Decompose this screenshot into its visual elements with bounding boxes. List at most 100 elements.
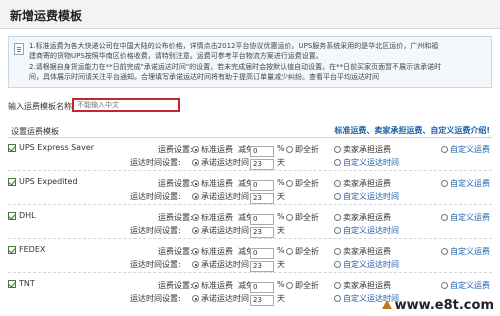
free-shipping-option[interactable]: 即全折	[286, 212, 319, 223]
radio-icon	[334, 180, 341, 187]
discount-input[interactable]: 0	[250, 212, 274, 225]
seller-pays-option[interactable]: 卖家承担运费	[334, 144, 391, 155]
percent-label: %	[277, 246, 285, 255]
radio-icon	[334, 261, 341, 268]
custom-fee-option[interactable]: 自定义运费	[441, 246, 490, 257]
promise-time-option[interactable]: 承诺运达时间	[192, 191, 249, 202]
section-label: 设置运费模板	[11, 127, 59, 136]
day-unit-label: 天	[277, 192, 285, 201]
seller-pays-option[interactable]: 卖家承担运费	[334, 178, 391, 189]
fee-setting-label: 运费设置:	[158, 213, 193, 222]
radio-icon	[192, 193, 199, 200]
radio-icon	[334, 193, 341, 200]
day-unit-label: 天	[277, 294, 285, 303]
radio-icon	[192, 214, 199, 221]
radio-icon	[192, 180, 199, 187]
radio-icon	[192, 146, 199, 153]
carrier-name: TNT	[19, 279, 35, 288]
carrier-name: DHL	[19, 211, 36, 220]
days-input[interactable]: 23	[250, 225, 274, 238]
custom-fee-option[interactable]: 自定义运费	[441, 144, 490, 155]
radio-icon	[192, 248, 199, 255]
promise-time-option[interactable]: 承诺运达时间	[192, 157, 249, 168]
custom-time-option[interactable]: 自定义运达时间	[334, 157, 399, 168]
radio-icon	[334, 282, 341, 289]
carrier-checkbox[interactable]	[8, 280, 16, 288]
notice-line: 2.请根据自身货运能力在**日前完成"承诺运达时间"的设置，若未完成届时会按默认…	[29, 63, 442, 71]
free-shipping-option[interactable]: 即全折	[286, 246, 319, 257]
days-input[interactable]: 23	[250, 293, 274, 306]
radio-icon	[286, 282, 293, 289]
discount-input[interactable]: 0	[250, 246, 274, 259]
day-unit-label: 天	[277, 158, 285, 167]
watermark: www.e8t.com	[381, 298, 494, 313]
carrier-name: UPS Expedited	[19, 177, 78, 186]
custom-time-option[interactable]: 自定义运达时间	[334, 259, 399, 270]
seller-pays-option[interactable]: 卖家承担运费	[334, 280, 391, 291]
promise-time-option[interactable]: 承诺运达时间	[192, 259, 249, 270]
carrier-checkbox[interactable]	[8, 246, 16, 254]
time-setting-label: 运达时间设置:	[130, 192, 181, 201]
carrier-checkbox[interactable]	[8, 144, 16, 152]
percent-label: %	[277, 178, 285, 187]
section-header: 设置运费模板 标准运费、卖家承担运费、自定义运费介绍!	[8, 124, 492, 138]
days-input[interactable]: 23	[250, 157, 274, 170]
radio-icon	[334, 295, 341, 302]
promise-time-option[interactable]: 承诺运达时间	[192, 293, 249, 304]
free-shipping-option[interactable]: 即全折	[286, 178, 319, 189]
seller-pays-option[interactable]: 卖家承担运费	[334, 212, 391, 223]
carrier-name: FEDEX	[19, 245, 46, 254]
page-title: 新增运费模板	[10, 9, 83, 23]
carrier-checkbox[interactable]	[8, 178, 16, 186]
template-name-label: 输入运费模板名称:	[8, 102, 75, 111]
custom-fee-option[interactable]: 自定义运费	[441, 280, 490, 291]
radio-icon	[192, 295, 199, 302]
radio-icon	[334, 248, 341, 255]
fee-setting-label: 运费设置:	[158, 247, 193, 256]
custom-time-option[interactable]: 自定义运达时间	[334, 225, 399, 236]
fee-setting-label: 运费设置:	[158, 145, 193, 154]
standard-fee-option[interactable]: 标准运费	[192, 144, 233, 155]
free-shipping-option[interactable]: 即全折	[286, 144, 319, 155]
discount-input[interactable]: 0	[250, 144, 274, 157]
days-input[interactable]: 23	[250, 191, 274, 204]
time-setting-label: 运达时间设置:	[130, 158, 181, 167]
radio-icon	[192, 227, 199, 234]
promise-time-option[interactable]: 承诺运达时间	[192, 225, 249, 236]
percent-label: %	[277, 144, 285, 153]
standard-fee-option[interactable]: 标准运费	[192, 280, 233, 291]
custom-time-option[interactable]: 自定义运达时间	[334, 191, 399, 202]
standard-fee-option[interactable]: 标准运费	[192, 178, 233, 189]
standard-fee-option[interactable]: 标准运费	[192, 212, 233, 223]
radio-icon	[192, 282, 199, 289]
radio-icon	[334, 146, 341, 153]
time-setting-label: 运达时间设置:	[130, 226, 181, 235]
fee-setting-label: 运费设置:	[158, 179, 193, 188]
radio-icon	[441, 214, 448, 221]
radio-icon	[441, 180, 448, 187]
radio-icon	[192, 261, 199, 268]
discount-input[interactable]: 0	[250, 178, 274, 191]
radio-icon	[334, 159, 341, 166]
radio-icon	[441, 248, 448, 255]
percent-label: %	[277, 280, 285, 289]
template-name-input[interactable]	[72, 98, 180, 112]
time-setting-label: 运达时间设置:	[130, 260, 181, 269]
discount-input[interactable]: 0	[250, 280, 274, 293]
custom-fee-option[interactable]: 自定义运费	[441, 212, 490, 223]
notice-line: 1.标准运费为各大快递公司在中国大陆的公布价格，详情点击2012平台协议优惠运价…	[29, 42, 439, 50]
day-unit-label: 天	[277, 226, 285, 235]
carrier-checkbox[interactable]	[8, 212, 16, 220]
carrier-row: FEDEX 运费设置: 标准运费 减免 0% 即全折 卖家承担运费 自定义运费 运达时间设置: 承…	[8, 244, 492, 273]
percent-label: %	[277, 212, 285, 221]
days-input[interactable]: 23	[250, 259, 274, 272]
free-shipping-option[interactable]: 即全折	[286, 280, 319, 291]
radio-icon	[334, 214, 341, 221]
seller-pays-option[interactable]: 卖家承担运费	[334, 246, 391, 257]
logo-triangle-icon	[381, 300, 392, 309]
standard-fee-option[interactable]: 标准运费	[192, 246, 233, 257]
radio-icon	[286, 248, 293, 255]
notice-line: 间，具体展示时间请关注平台通知。合理填写承诺运达时间将有助于提高订单量减少纠纷。…	[29, 73, 379, 81]
fee-intro-link[interactable]: 标准运费、卖家承担运费、自定义运费介绍!	[334, 125, 490, 136]
custom-fee-option[interactable]: 自定义运费	[441, 178, 490, 189]
